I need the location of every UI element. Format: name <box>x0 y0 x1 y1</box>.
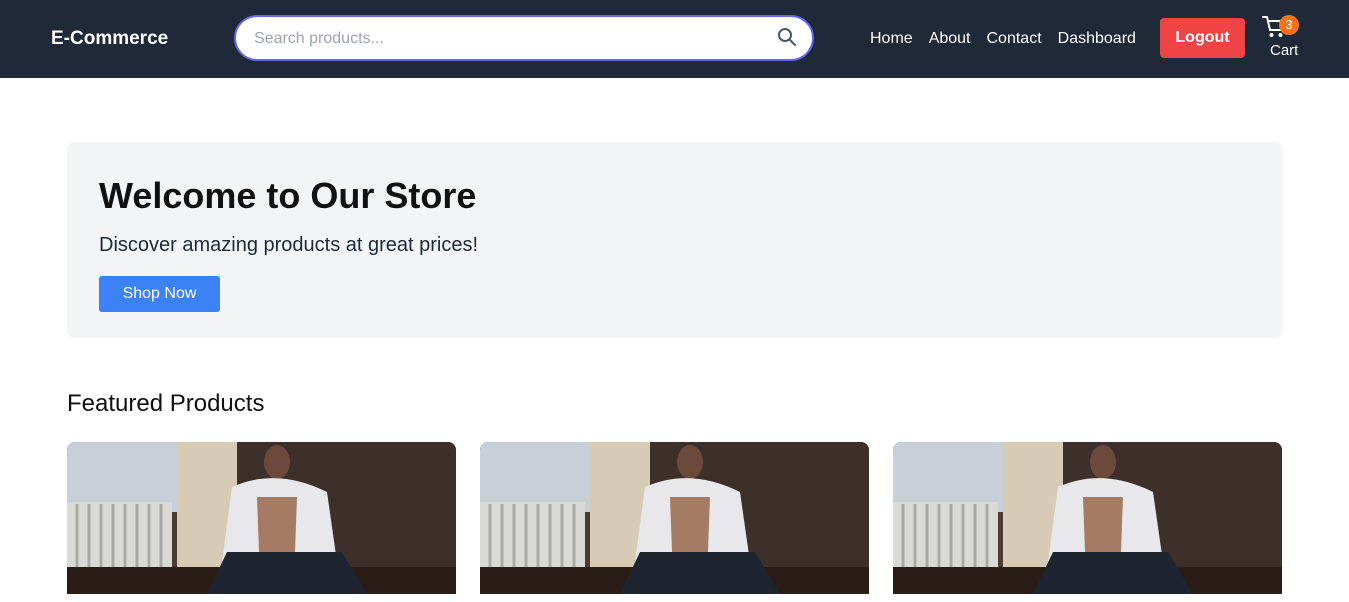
cart-button[interactable]: 3 Cart <box>1260 13 1306 63</box>
hero-subtitle: Discover amazing products at great price… <box>99 234 479 256</box>
nav-link-dashboard[interactable]: Dashboard <box>1058 29 1136 49</box>
product-card[interactable] <box>67 442 456 602</box>
product-image <box>67 442 456 594</box>
search-icon[interactable] <box>777 27 797 47</box>
cart-count-badge: 3 <box>1279 15 1299 35</box>
cart-label: Cart <box>1270 42 1299 59</box>
logout-button[interactable]: Logout <box>1160 18 1245 58</box>
nav-link-home[interactable]: Home <box>870 29 913 49</box>
search-bar <box>234 15 814 61</box>
nav-links: Home About Contact Dashboard <box>870 29 1152 49</box>
navbar: E-Commerce Home About Contact Dashboard … <box>0 0 1349 78</box>
hero-banner: Welcome to Our Store Discover amazing pr… <box>67 142 1283 338</box>
nav-link-contact[interactable]: Contact <box>987 29 1042 49</box>
featured-products-title: Featured Products <box>67 390 265 417</box>
search-input[interactable] <box>252 17 766 61</box>
product-card[interactable] <box>893 442 1282 602</box>
product-image <box>893 442 1282 594</box>
hero-title: Welcome to Our Store <box>99 175 477 216</box>
product-card[interactable] <box>480 442 869 602</box>
brand-logo[interactable]: E-Commerce <box>51 27 168 51</box>
nav-link-about[interactable]: About <box>929 29 971 49</box>
product-image <box>480 442 869 594</box>
shop-now-button[interactable]: Shop Now <box>99 276 220 312</box>
